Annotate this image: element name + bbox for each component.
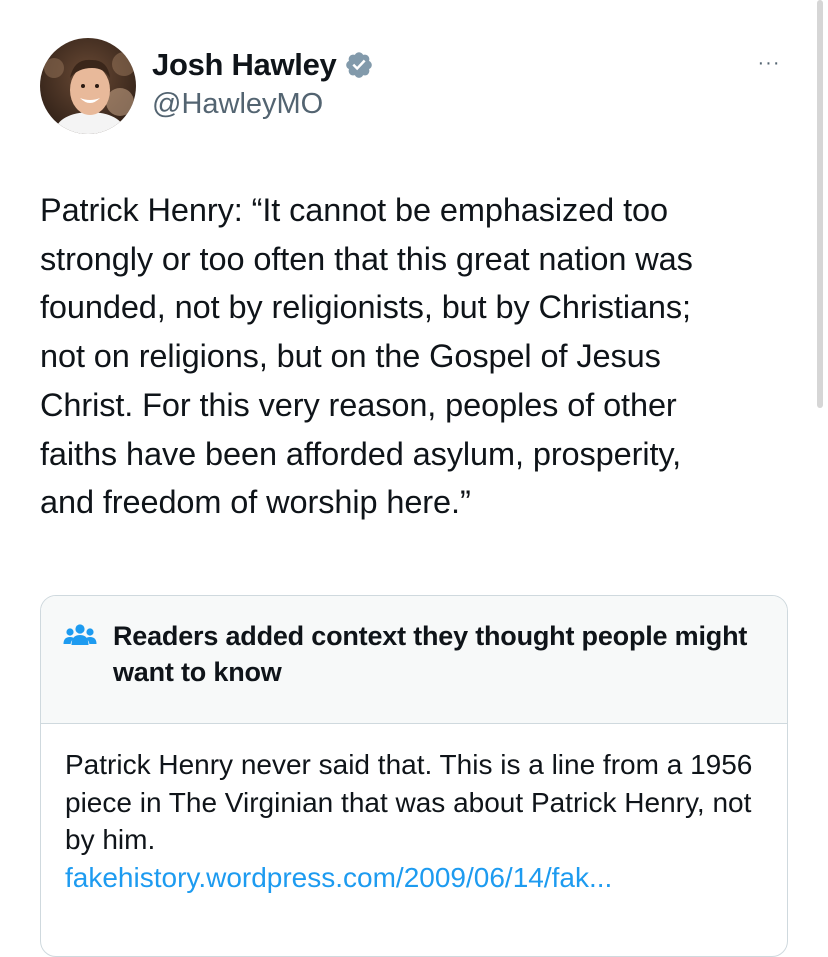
profile-photo-icon xyxy=(40,38,136,134)
author-info: Josh Hawley @HawleyMO xyxy=(152,44,374,121)
avatar[interactable] xyxy=(40,38,136,134)
community-note[interactable]: Readers added context they thought peopl… xyxy=(40,595,788,957)
community-note-header: Readers added context they thought peopl… xyxy=(41,596,787,724)
community-note-title: Readers added context they thought peopl… xyxy=(113,621,748,687)
verified-badge-icon[interactable] xyxy=(344,50,374,80)
tweet-text: Patrick Henry: “It cannot be emphasized … xyxy=(40,192,693,521)
handle[interactable]: @HawleyMO xyxy=(152,88,374,121)
name-row: Josh Hawley xyxy=(152,44,374,86)
community-note-link[interactable]: fakehistory.wordpress.com/2009/06/14/fak… xyxy=(65,859,775,897)
display-name[interactable]: Josh Hawley xyxy=(152,47,337,83)
community-note-body: Patrick Henry never said that. This is a… xyxy=(65,749,753,855)
people-icon xyxy=(63,623,97,649)
scrollbar[interactable] xyxy=(817,0,823,408)
tweet: Josh Hawley @HawleyMO ··· Patrick Henry:… xyxy=(0,0,828,957)
more-options-icon[interactable]: ··· xyxy=(752,50,786,76)
community-note-body-container: Patrick Henry never said that. This is a… xyxy=(65,746,775,896)
